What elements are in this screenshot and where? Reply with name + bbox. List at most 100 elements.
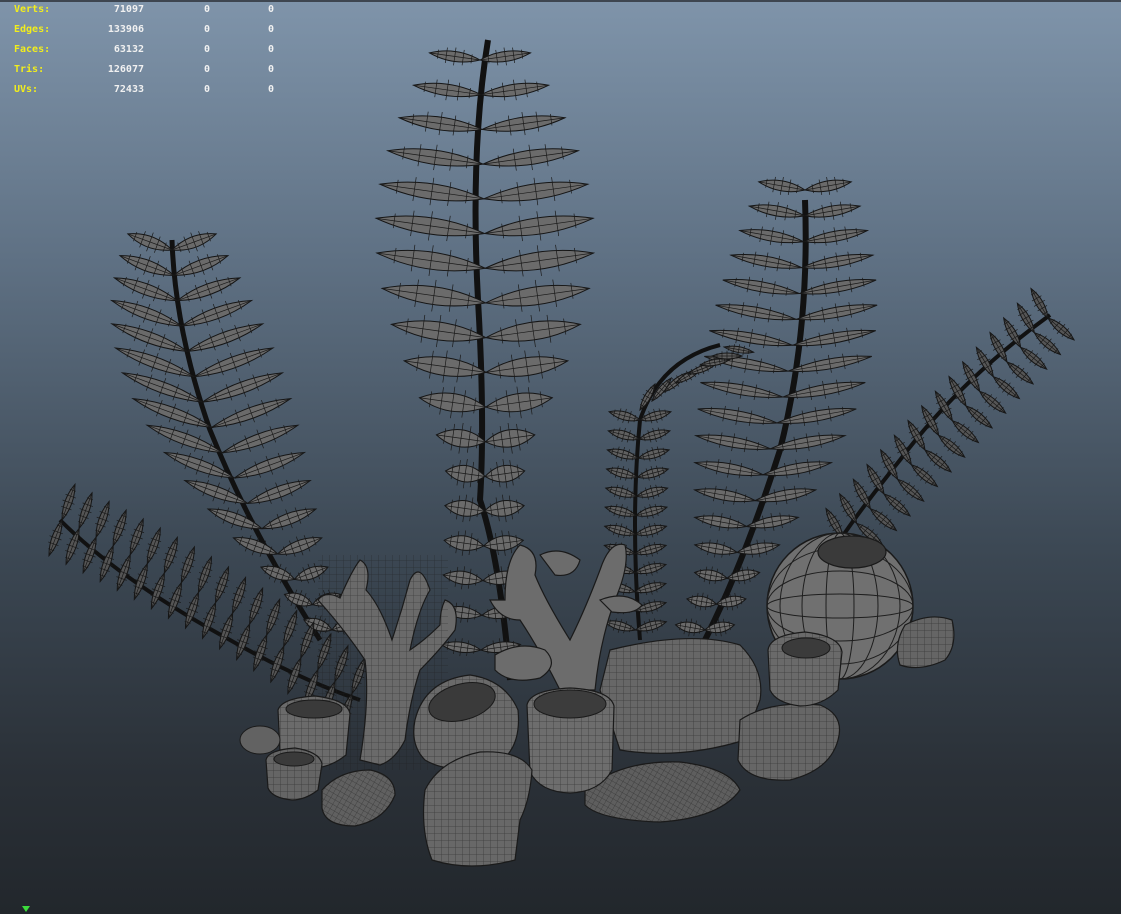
fern-far-right-stem	[838, 313, 1052, 542]
fern-leaf-wire	[605, 503, 637, 519]
fern-leaf-wire	[376, 210, 485, 242]
hud-stat-label: Faces:	[14, 44, 51, 55]
fern-leaf-wire	[197, 556, 213, 593]
fern-leaf-wire	[636, 484, 668, 500]
fern-leaf-wire	[804, 201, 861, 221]
fern-leaf-wire	[483, 177, 588, 206]
hud-stat-total: 133906	[107, 24, 144, 35]
hud-stat-component: 0	[267, 64, 274, 75]
fern-leaf-wire	[799, 276, 877, 297]
fern-leaf-wire	[485, 244, 594, 277]
hud-stat-selected: 0	[203, 4, 210, 15]
fern-leaf-wire	[604, 522, 636, 538]
fern-leaf-wire	[247, 479, 311, 505]
fern-leaf-wire	[399, 111, 483, 136]
fern-leaf-wire	[376, 244, 486, 277]
fern-leaf-wire	[214, 566, 230, 603]
fern-leaf-wire	[78, 492, 93, 529]
hud-stat-component: 0	[267, 24, 274, 35]
hud-stat-component: 0	[267, 44, 274, 55]
fern-leaf-wire	[758, 176, 806, 196]
fern-leaf-wire	[173, 254, 229, 277]
fern-leaf-wire	[635, 542, 667, 557]
hud-row: Faces: 63132 0 0	[14, 40, 274, 60]
hud-row: Verts: 71097 0 0	[14, 0, 274, 20]
hud-stat-component: 0	[267, 84, 274, 95]
fern-leaf-wire	[171, 231, 217, 253]
hud-stat-total: 63132	[113, 44, 144, 55]
fern-leaf-wire	[796, 302, 878, 323]
fern-leaf-wire	[265, 599, 281, 636]
hud-row: Edges: 133906 0 0	[14, 20, 274, 40]
fern-leaf-wire	[482, 144, 579, 171]
fern-leaf-wire	[481, 79, 549, 101]
fern-leaf-wire	[260, 563, 295, 584]
hud-stat-selected: 0	[203, 24, 210, 35]
fern-leaf-wire	[484, 210, 594, 242]
cup-right[interactable]	[767, 631, 843, 707]
fern-leaf-wire	[608, 408, 641, 424]
fern-leaf-wire	[261, 507, 317, 531]
fern-leaf-wire	[709, 327, 793, 349]
fern-leaf-wire	[694, 485, 756, 505]
fern-leaf-wire	[739, 226, 804, 246]
fern-leaf-wire	[129, 518, 145, 555]
fern-leaf-wire	[382, 279, 486, 312]
fern-leaf-wire	[697, 405, 778, 427]
hud-stat-component: 0	[267, 4, 274, 15]
fern-leaf-wire	[635, 522, 667, 538]
fern-leaf-wire	[801, 251, 873, 272]
hud-stat-total: 126077	[107, 64, 144, 75]
fern-leaf-wire	[639, 427, 671, 443]
fern-leaf-wire	[715, 302, 797, 323]
fern-leaf-wire	[111, 323, 188, 352]
fern-leaf-wire	[635, 503, 668, 519]
fern-far-right[interactable]	[821, 285, 1079, 564]
hud-stat-total: 71097	[113, 4, 144, 15]
fern-leaf-wire	[730, 251, 802, 272]
fern-leaf-wire	[127, 231, 173, 253]
fern-leaf-wire	[722, 276, 800, 297]
fern-leaf-wire	[638, 446, 670, 462]
fern-leaf-wire	[634, 561, 667, 577]
fern-leaf-wire	[695, 432, 771, 453]
hud-stat-selected: 0	[203, 64, 210, 75]
hud-stat-label: Tris:	[14, 64, 45, 75]
hud-stat-selected: 0	[203, 44, 210, 55]
fern-leaf-wire	[180, 546, 196, 583]
poly-count-hud: Verts: 71097 0 0 Edges: 133906 0 0 Faces: 63132 0 0…	[14, 0, 274, 100]
fern-leaf-wire	[637, 465, 669, 481]
hud-stat-total: 72433	[113, 84, 144, 95]
fern-leaf-wire	[804, 176, 852, 196]
fern-leaf-wire	[95, 501, 111, 538]
fern-leaf-wire	[485, 279, 590, 312]
fern-leaf-wire	[803, 226, 868, 246]
fern-leaf-wire	[231, 577, 247, 614]
fern-leaf-wire	[99, 545, 115, 582]
fern-leaf-wire	[277, 535, 322, 557]
fern-leaf-wire	[700, 379, 783, 400]
fern-leaf-wire	[112, 510, 128, 546]
fern-leaf-wire	[379, 177, 484, 206]
fern-far-right-leaves	[825, 287, 1076, 561]
fern-leaf-wire	[694, 458, 764, 479]
viewport-3d[interactable]: Verts: 71097 0 0 Edges: 133906 0 0 Faces: 63132 0 0…	[0, 0, 1121, 914]
fern-leaf-wire	[482, 111, 566, 136]
fern-leaf-wire	[282, 610, 298, 647]
fern-leaf-wire	[387, 144, 484, 171]
fern-leaf-wire	[269, 646, 285, 683]
hud-stat-label: Verts:	[14, 4, 51, 15]
hud-stat-label: UVs:	[14, 84, 39, 95]
fern-leaf-wire	[413, 79, 482, 101]
hud-row: UVs: 72433 0 0	[14, 80, 274, 100]
cup-center[interactable]	[526, 687, 615, 794]
fern-leaf-wire	[749, 201, 805, 221]
hud-row: Tris: 126077 0 0	[14, 60, 274, 80]
fern-leaf-wire	[694, 512, 747, 532]
fern-leaf-wire	[116, 554, 132, 591]
scene-wireframe[interactable]	[0, 0, 1121, 914]
fern-leaf-wire	[608, 427, 640, 443]
hud-stat-label: Edges:	[14, 24, 51, 35]
fern-leaf-wire	[146, 527, 162, 564]
fern-leaf-wire	[163, 537, 179, 574]
